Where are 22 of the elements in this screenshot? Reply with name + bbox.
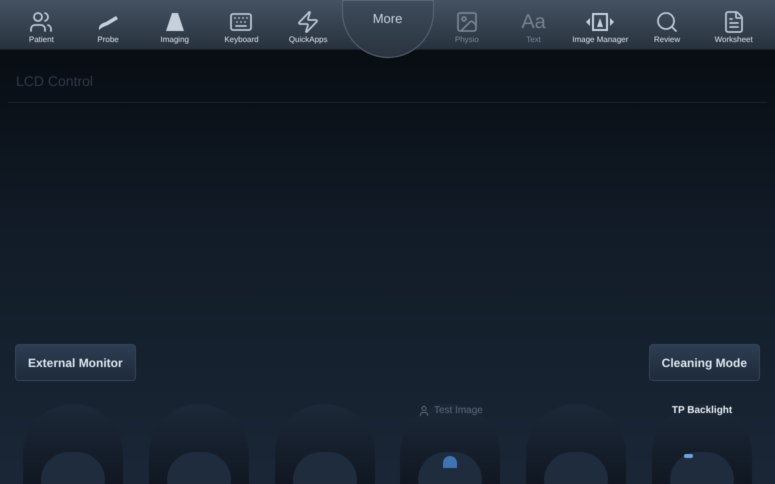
action-button[interactable]: External Monitor	[15, 344, 136, 381]
knob-indicator-icon	[443, 456, 458, 468]
image-icon	[454, 10, 479, 34]
toolbar-button[interactable]: Patient	[8, 0, 75, 50]
person-icon	[418, 404, 430, 416]
toolbar-button[interactable]: Image Manager	[566, 0, 634, 50]
knob-label: Test Image	[434, 404, 483, 418]
toolbar-button[interactable]: Imaging	[141, 0, 208, 50]
search-icon	[654, 10, 679, 34]
toolbar-button[interactable]: Worksheet	[700, 0, 768, 50]
action-button[interactable]: Cleaning Mode	[648, 344, 760, 381]
lightning-icon	[296, 10, 320, 34]
toolbar-button[interactable]: Probe	[74, 0, 142, 50]
people-icon	[29, 10, 54, 34]
knob-label: TP Backlight	[672, 404, 732, 418]
more-tab[interactable]: More	[342, 0, 434, 58]
keyboard-icon	[229, 10, 254, 34]
text-style-icon: Aa	[521, 10, 546, 34]
knob-indicator-icon	[684, 454, 694, 458]
toolbar-button[interactable]: Keyboard	[208, 0, 275, 50]
toolbar-button[interactable]: Review	[634, 0, 700, 50]
toolbar-button[interactable]: QuickApps	[274, 0, 342, 50]
